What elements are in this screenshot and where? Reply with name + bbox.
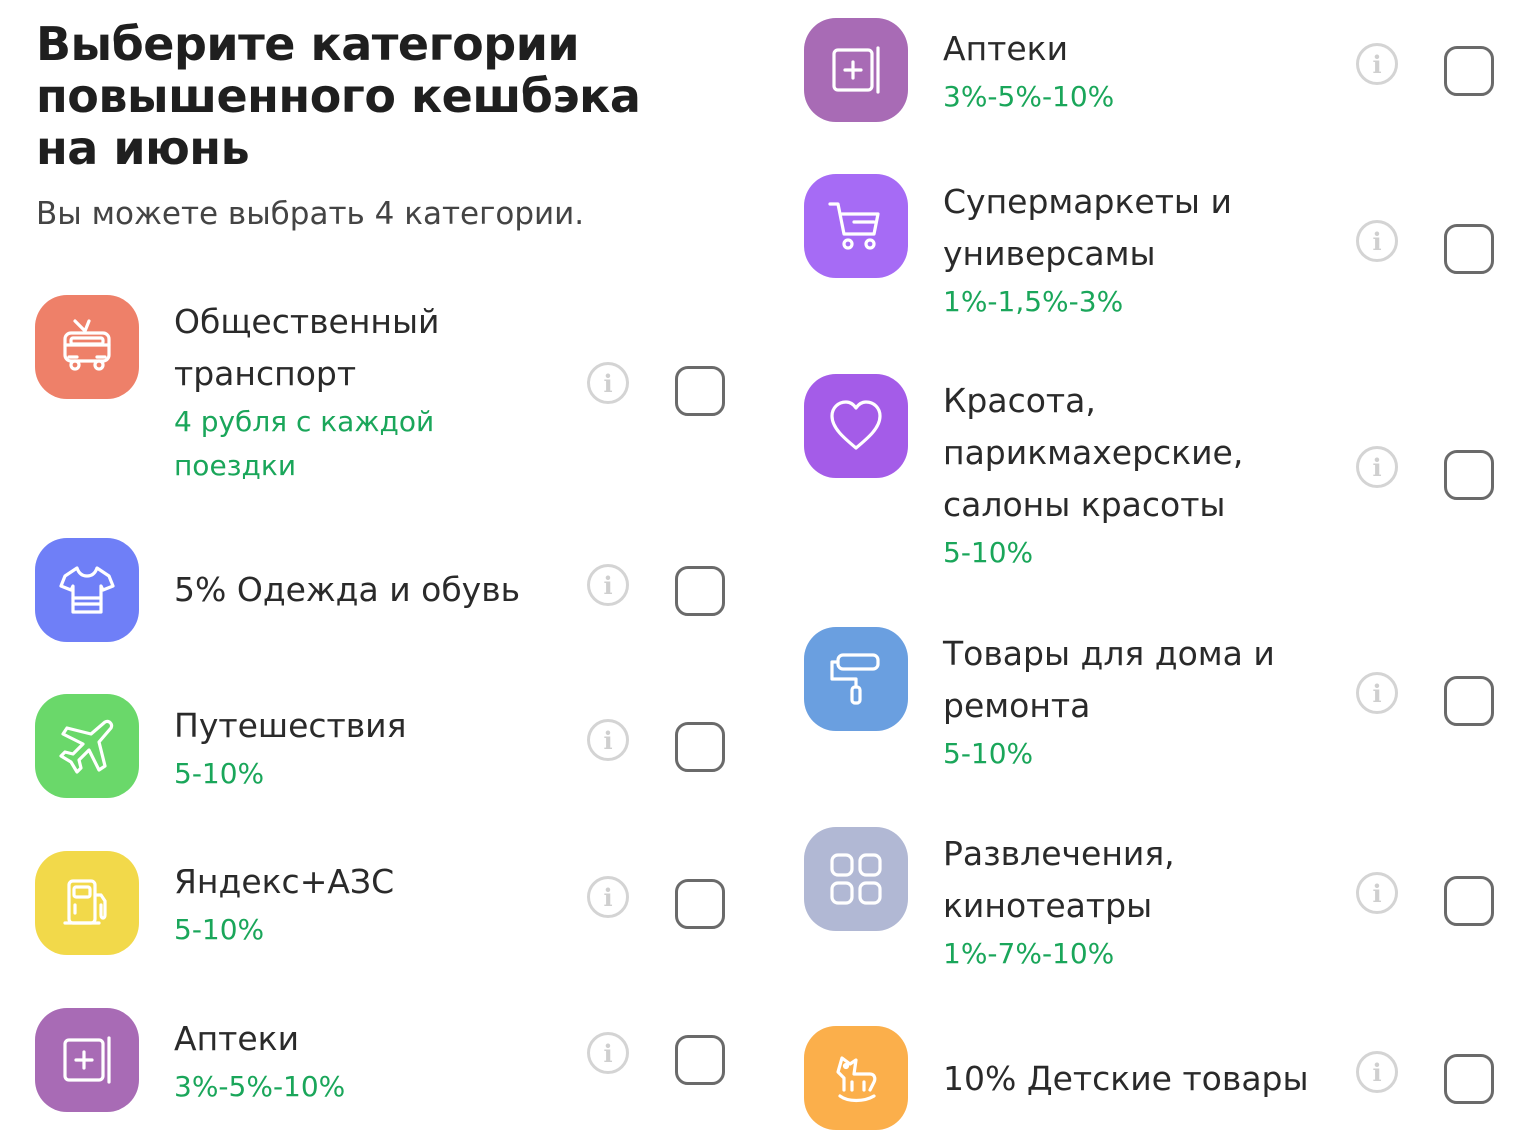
pharmacy-icon — [804, 18, 908, 122]
category-name: Путешествия — [174, 706, 407, 745]
category-checkbox[interactable] — [675, 722, 725, 772]
category-name: Аптеки — [174, 1019, 300, 1058]
tshirt-icon — [35, 538, 139, 642]
category-checkbox[interactable] — [675, 366, 725, 416]
cashback-rate: 4 рубля с каждой поездки — [174, 405, 435, 482]
cashback-rate: 5-10% — [174, 757, 265, 790]
info-icon[interactable]: i — [1356, 446, 1398, 488]
category-text: Красота, парикмахерские, салоны красоты 5… — [943, 375, 1273, 575]
category-name: Супермаркеты и универсамы — [943, 182, 1232, 273]
category-name: 10% Детские товары — [943, 1059, 1309, 1098]
info-icon[interactable]: i — [587, 564, 629, 606]
info-icon[interactable]: i — [587, 719, 629, 761]
category-text: Развлечения, кинотеатры 1%-7%-10% — [943, 828, 1343, 976]
category-checkbox[interactable] — [675, 566, 725, 616]
category-text: Общественный транспорт 4 рубля с каждой п… — [174, 296, 504, 488]
category-name: Развлечения, кинотеатры — [943, 834, 1175, 925]
info-icon[interactable]: i — [587, 876, 629, 918]
page-title: Выберите категории повышенного кешбэка н… — [36, 17, 641, 175]
category-text: Аптеки 3%-5%-10% — [943, 23, 1343, 119]
category-checkbox[interactable] — [1444, 224, 1494, 274]
cashback-rate: 3%-5%-10% — [174, 1070, 346, 1103]
rocking-horse-icon — [804, 1026, 908, 1130]
category-text: Аптеки 3%-5%-10% — [174, 1013, 574, 1109]
paint-roller-icon — [804, 627, 908, 731]
heart-icon — [804, 374, 908, 478]
category-checkbox[interactable] — [1444, 46, 1494, 96]
info-icon[interactable]: i — [1356, 672, 1398, 714]
category-name: 5% Одежда и обувь — [174, 570, 521, 609]
grid-icon — [804, 827, 908, 931]
cashback-rate: 5-10% — [943, 737, 1034, 770]
category-text: 5% Одежда и обувь — [174, 564, 574, 616]
category-text: Товары для дома и ремонта 5-10% — [943, 628, 1303, 776]
cashback-rate: 1%-1,5%-3% — [943, 285, 1124, 318]
airplane-icon — [35, 694, 139, 798]
category-name: Общественный транспорт — [174, 302, 440, 393]
info-icon[interactable]: i — [1356, 1051, 1398, 1093]
trolleybus-icon — [35, 295, 139, 399]
cart-icon — [804, 174, 908, 278]
category-text: Супермаркеты и универсамы 1%-1,5%-3% — [943, 176, 1263, 324]
category-checkbox[interactable] — [1444, 450, 1494, 500]
category-name: Товары для дома и ремонта — [943, 634, 1275, 725]
cashback-rate: 3%-5%-10% — [943, 80, 1115, 113]
category-text: Путешествия 5-10% — [174, 700, 574, 796]
category-text: Яндекс+АЗС 5-10% — [174, 856, 574, 952]
category-checkbox[interactable] — [1444, 676, 1494, 726]
category-text: 10% Детские товары — [943, 1053, 1343, 1105]
category-name: Яндекс+АЗС — [174, 862, 395, 901]
info-icon[interactable]: i — [587, 362, 629, 404]
category-name: Аптеки — [943, 29, 1069, 68]
category-checkbox[interactable] — [675, 1035, 725, 1085]
cashback-rate: 5-10% — [943, 536, 1034, 569]
pharmacy-icon — [35, 1008, 139, 1112]
category-checkbox[interactable] — [675, 879, 725, 929]
cashback-rate: 5-10% — [174, 913, 265, 946]
fuel-pump-icon — [35, 851, 139, 955]
info-icon[interactable]: i — [1356, 43, 1398, 85]
category-name: Красота, парикмахерские, салоны красоты — [943, 381, 1244, 524]
page-subtitle: Вы можете выбрать 4 категории. — [36, 196, 585, 232]
info-icon[interactable]: i — [1356, 220, 1398, 262]
info-icon[interactable]: i — [587, 1032, 629, 1074]
info-icon[interactable]: i — [1356, 872, 1398, 914]
category-checkbox[interactable] — [1444, 876, 1494, 926]
category-checkbox[interactable] — [1444, 1054, 1494, 1104]
cashback-rate: 1%-7%-10% — [943, 937, 1115, 970]
